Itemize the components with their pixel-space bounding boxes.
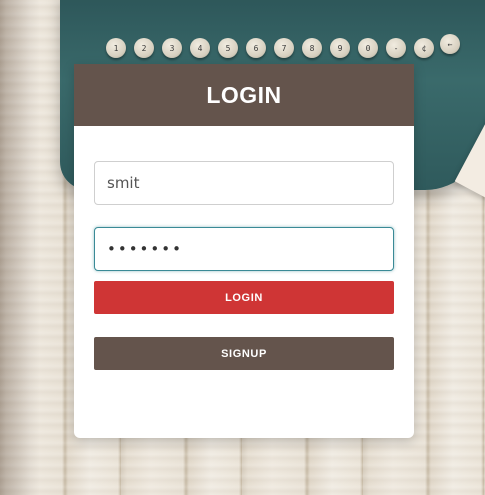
- typewriter-key: 7: [274, 38, 294, 58]
- password-input[interactable]: [94, 227, 394, 271]
- typewriter-key: 1: [106, 38, 126, 58]
- background-shade: [0, 0, 40, 495]
- login-card: LOGIN LOGIN SIGNUP: [74, 64, 414, 438]
- typewriter-key: ¢: [414, 38, 434, 58]
- login-title: LOGIN: [206, 81, 282, 108]
- typewriter-key: 8: [302, 38, 322, 58]
- typewriter-key: -: [386, 38, 406, 58]
- typewriter-key: 4: [190, 38, 210, 58]
- signup-button[interactable]: SIGNUP: [94, 337, 394, 370]
- typewriter-key: 2: [134, 38, 154, 58]
- typewriter-key: ←: [440, 34, 460, 54]
- typewriter-key: 0: [358, 38, 378, 58]
- typewriter-key: 5: [218, 38, 238, 58]
- username-input[interactable]: [94, 161, 394, 205]
- typewriter-key: 3: [162, 38, 182, 58]
- login-button[interactable]: LOGIN: [94, 281, 394, 314]
- typewriter-key: 6: [246, 38, 266, 58]
- typewriter-key: 9: [330, 38, 350, 58]
- login-header: LOGIN: [74, 64, 414, 126]
